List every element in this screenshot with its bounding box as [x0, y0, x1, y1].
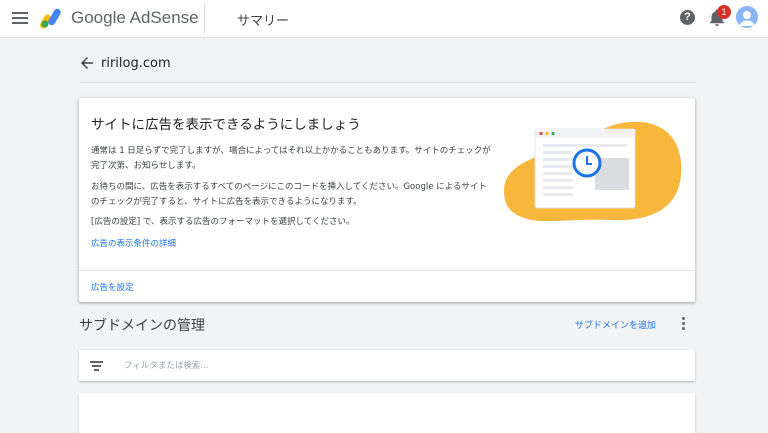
- adsense-logo-icon: [40, 8, 61, 29]
- notification-badge: 1: [717, 5, 731, 19]
- add-subdomain-button[interactable]: サブドメインを追加: [575, 318, 656, 331]
- window-dot-red: [539, 131, 543, 136]
- help-icon[interactable]: ?: [680, 10, 695, 25]
- site-name: ririlog.com: [101, 56, 171, 71]
- divider: [80, 82, 696, 83]
- clock-illustration: [504, 121, 682, 222]
- card-title: サイトに広告を表示できるようにしましょう: [91, 117, 361, 133]
- filter-input[interactable]: [122, 356, 666, 376]
- setup-card: サイトに広告を表示できるようにしましょう 通常は 1 日足らずで完了しますが、場…: [79, 98, 695, 302]
- subdomain-list-card: [79, 393, 695, 433]
- set-ads-button[interactable]: 広告を設定: [91, 281, 134, 293]
- filter-bar: [79, 350, 695, 381]
- filter-icon[interactable]: [90, 361, 103, 371]
- menu-icon[interactable]: [12, 12, 28, 24]
- top-app-bar: Google AdSense サマリー ? 1: [0, 0, 768, 38]
- card-paragraph: [広告の設定] で、表示する広告のフォーマットを選択してください。: [91, 217, 355, 227]
- window-dot-yellow: [545, 131, 549, 136]
- card-divider: [79, 270, 695, 271]
- more-vert-icon[interactable]: [680, 317, 686, 331]
- window-dot-green: [551, 131, 555, 136]
- ad-conditions-link[interactable]: 広告の表示条件の詳細: [91, 237, 176, 249]
- subdomain-title: サブドメインの管理: [79, 318, 205, 334]
- arrow-back-icon[interactable]: [80, 56, 94, 70]
- card-paragraph: 通常は 1 日足らずで完了しますが、場合によってはそれ以上かかることもあります。…: [91, 146, 491, 171]
- header-divider: [204, 4, 205, 34]
- brand-title: Google AdSense: [71, 8, 199, 27]
- card-paragraph: お待ちの間に、広告を表示するすべてのページにこのコードを挿入してください。Goo…: [91, 182, 487, 207]
- user-icon: [739, 11, 755, 26]
- avatar[interactable]: [736, 6, 758, 28]
- page-title: サマリー: [237, 14, 290, 29]
